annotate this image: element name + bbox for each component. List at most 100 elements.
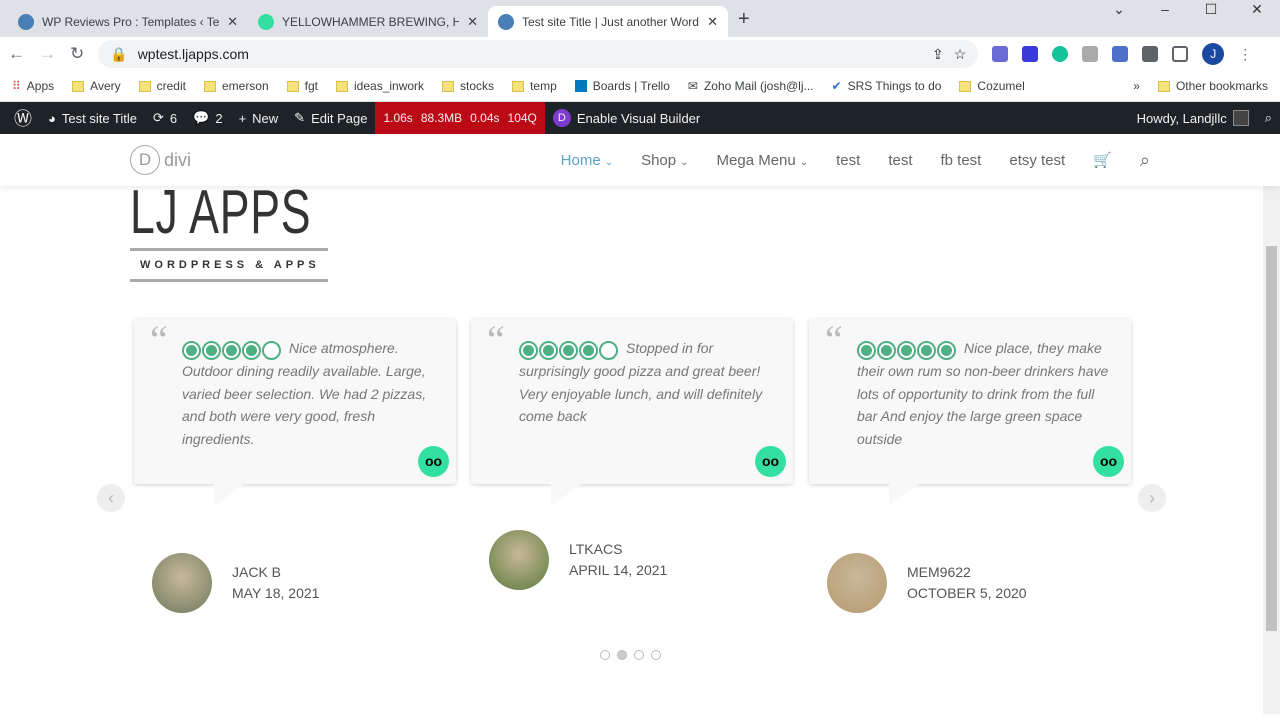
tab-strip: WP Reviews Pro : Templates ‹ Tes ✕ YELLOW… (0, 0, 1280, 37)
tab-yellowhammer[interactable]: YELLOWHAMMER BREWING, Hu ✕ (248, 6, 488, 37)
menu-item-home[interactable]: Home ⌄ (561, 152, 613, 169)
rating-circle-icon (539, 341, 558, 360)
pagination-dot[interactable] (634, 650, 644, 660)
bookmark-label: Boards | Trello (592, 79, 670, 93)
pagination-dot[interactable] (617, 650, 627, 660)
more-bookmarks-button[interactable]: » (1133, 79, 1140, 93)
visual-builder-link[interactable]: D Enable Visual Builder (545, 102, 708, 134)
bookmark-folder[interactable]: ideas_inwork (336, 79, 424, 93)
lock-icon: 🔒 (110, 45, 128, 62)
tripadvisor-icon[interactable]: oo (418, 446, 449, 477)
extension-icon[interactable] (1022, 46, 1039, 62)
bookmark-folder[interactable]: Avery (72, 79, 121, 93)
author-name: LTKACS (569, 541, 623, 557)
bookmark-label: Avery (90, 79, 121, 93)
rating (182, 341, 281, 360)
site-logo[interactable]: Ddivi (130, 145, 191, 175)
menu-item-test-2[interactable]: test (888, 152, 912, 169)
pagination-dot[interactable] (600, 650, 610, 660)
rating-circle-icon (877, 341, 896, 360)
bookmark-folder[interactable]: credit (138, 79, 186, 93)
tripadvisor-icon[interactable]: oo (1093, 446, 1124, 477)
reload-icon[interactable]: ↻ (70, 44, 84, 64)
bookmark-apps[interactable]: ⠿ Apps (12, 79, 54, 93)
bookmark-folder[interactable]: stocks (442, 79, 494, 93)
folder-icon (336, 80, 348, 92)
url-field[interactable]: 🔒 wptest.ljapps.com ⇪ ☆ (98, 40, 979, 68)
avatar (827, 553, 887, 613)
menu-item-etsy-test[interactable]: etsy test (1009, 152, 1065, 169)
extension-icon[interactable] (1082, 46, 1099, 62)
maximize-button[interactable]: ☐ (1188, 0, 1234, 18)
bookmark-folder[interactable]: Cozumel (959, 79, 1025, 93)
account-menu[interactable]: Howdy, Landjllc (1129, 102, 1257, 134)
builder-label: Enable Visual Builder (576, 110, 701, 126)
close-icon[interactable]: ✕ (467, 14, 478, 30)
wp-logo-menu[interactable]: Ⓦ (6, 102, 40, 134)
tab-title: WP Reviews Pro : Templates ‹ Tes (42, 14, 220, 29)
new-content-menu[interactable]: + New (231, 102, 287, 134)
puzzle-icon[interactable] (1142, 46, 1159, 62)
cart-icon[interactable]: 🛒 (1093, 151, 1112, 169)
tripadvisor-icon[interactable]: oo (755, 446, 786, 477)
carousel-prev-button[interactable]: ‹ (97, 484, 125, 512)
bookmark-label: SRS Things to do (847, 79, 942, 93)
bookmark-folder[interactable]: emerson (203, 79, 269, 93)
tab-test-site[interactable]: Test site Title | Just another Word ✕ (488, 6, 728, 37)
extension-icon[interactable] (1112, 46, 1129, 62)
menu-item-shop[interactable]: Shop ⌄ (641, 152, 688, 169)
carousel-next-button[interactable]: › (1138, 484, 1166, 512)
pagination-dot[interactable] (651, 650, 661, 660)
minimize-button[interactable]: – (1142, 0, 1188, 18)
other-bookmarks[interactable]: Other bookmarks (1157, 79, 1268, 93)
scrollbar[interactable] (1263, 186, 1280, 714)
tab-wp-reviews[interactable]: WP Reviews Pro : Templates ‹ Tes ✕ (8, 6, 248, 37)
search-icon[interactable]: ⌕ (1140, 150, 1150, 171)
bookmark-srs[interactable]: ✔ SRS Things to do (832, 79, 942, 93)
star-icon[interactable]: ☆ (954, 46, 967, 63)
howdy-label: Howdy, Landjllc (1136, 110, 1227, 126)
extension-icon[interactable] (992, 46, 1009, 62)
rating-circle-icon (937, 341, 956, 360)
menu-label: Shop (641, 151, 677, 169)
bookmark-folder[interactable]: temp (512, 79, 557, 93)
rating-circle-icon (519, 341, 538, 360)
bookmark-folder[interactable]: fgt (286, 79, 318, 93)
forward-icon[interactable]: → (39, 44, 56, 64)
side-panel-icon[interactable] (1172, 46, 1189, 62)
bookmark-zoho[interactable]: ✉ Zoho Mail (josh@lj... (688, 79, 814, 93)
dashboard-icon: ◕ (48, 110, 56, 126)
menu-item-fb-test[interactable]: fb test (941, 152, 982, 169)
share-icon[interactable]: ⇪ (932, 46, 944, 63)
brand-name: LJ APPS (130, 186, 312, 247)
close-icon[interactable]: ✕ (707, 14, 718, 30)
comments-menu[interactable]: 💬 2 (185, 102, 230, 134)
profile-avatar[interactable]: J (1202, 43, 1225, 65)
search-icon[interactable]: ⌕ (1257, 102, 1280, 134)
query-monitor[interactable]: 1.06s 88.3MB 0.04s 104Q (375, 102, 545, 134)
rating-circle-icon (857, 341, 876, 360)
menu-item-test[interactable]: test (836, 152, 860, 169)
edit-label: Edit Page (311, 110, 368, 126)
bookmark-trello[interactable]: Boards | Trello (574, 79, 670, 93)
new-tab-button[interactable]: + (728, 8, 760, 37)
chevron-down-icon: ⌄ (680, 156, 689, 168)
rating-circle-icon (202, 341, 221, 360)
site-name-menu[interactable]: ◕ Test site Title (40, 102, 145, 134)
menu-icon[interactable]: ⋮ (1238, 46, 1252, 62)
close-icon[interactable]: ✕ (227, 14, 238, 30)
tab-search-icon[interactable]: ⌄ (1096, 0, 1142, 18)
menu-item-mega-menu[interactable]: Mega Menu ⌄ (717, 152, 809, 169)
scrollbar-thumb[interactable] (1266, 246, 1277, 631)
grammarly-icon[interactable] (1052, 46, 1069, 62)
close-window-button[interactable]: ✕ (1234, 0, 1280, 18)
quote-icon: “ (487, 317, 505, 362)
edit-page-link[interactable]: ✎ Edit Page (286, 102, 375, 134)
folder-icon (286, 80, 299, 92)
divi-logo-icon: D (130, 145, 160, 175)
updates-menu[interactable]: ⟳ 6 (145, 102, 185, 134)
site-header: Ddivi Home ⌄ Shop ⌄ Mega Menu ⌄ test test f… (0, 134, 1280, 186)
back-icon[interactable]: ← (8, 44, 25, 64)
url-text: wptest.ljapps.com (137, 46, 249, 62)
memory: 88.3MB (420, 111, 463, 125)
